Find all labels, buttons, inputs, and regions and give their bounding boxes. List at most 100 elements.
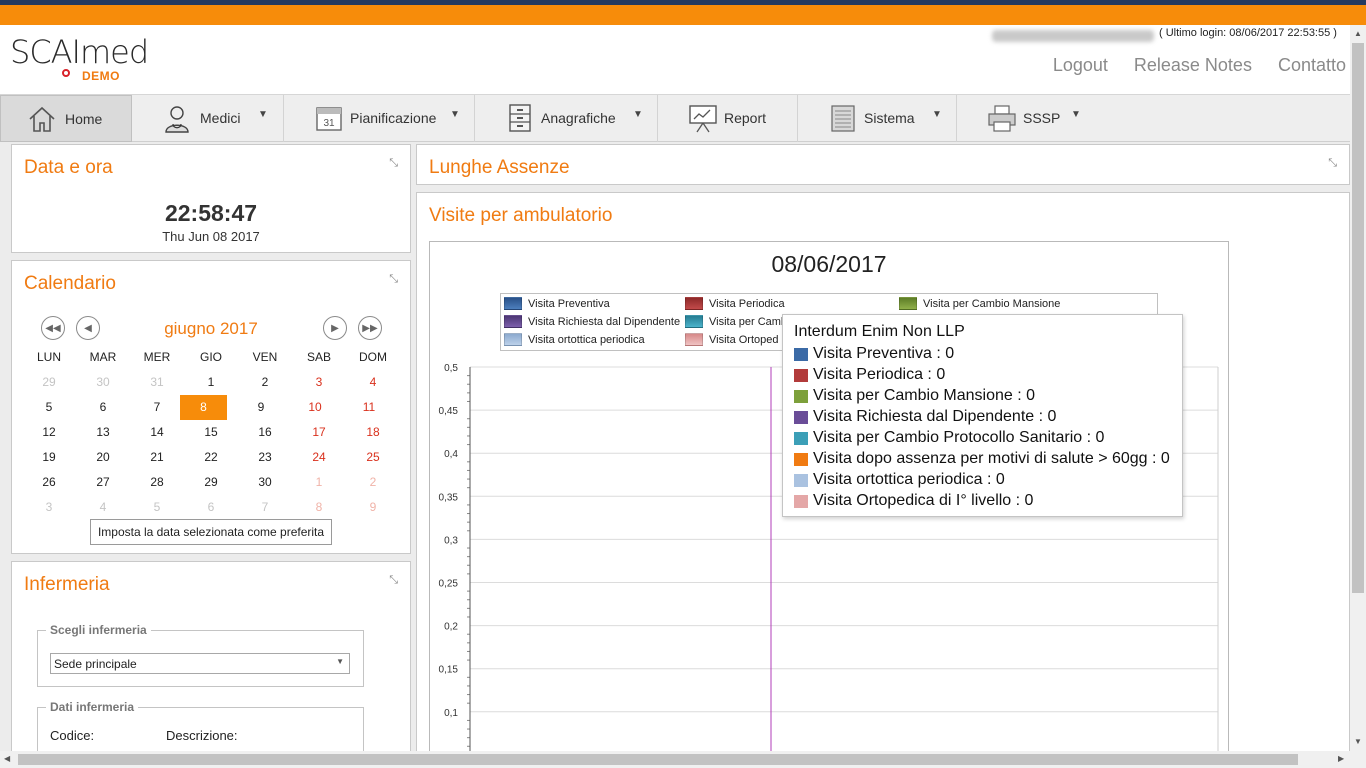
infermeria-select[interactable]: Sede principale ▼ xyxy=(50,653,350,674)
calendar-day[interactable]: 5 xyxy=(22,395,76,420)
lunghe-assenze-panel: Lunghe Assenze ⤡ xyxy=(416,144,1350,185)
calendar-day[interactable]: 9 xyxy=(234,395,288,420)
tooltip-swatch xyxy=(794,368,808,382)
collapse-icon[interactable]: ⤡ xyxy=(1328,157,1337,170)
calendar-day[interactable]: 7 xyxy=(130,395,184,420)
calendar-day[interactable]: 4 xyxy=(346,370,400,395)
calendar-day[interactable]: 10 xyxy=(288,395,342,420)
legend-item: Visita Ortoped xyxy=(685,333,779,346)
next-month-icon[interactable]: ▶ xyxy=(323,316,347,340)
calendar-day[interactable]: 12 xyxy=(22,420,76,445)
calendar-day[interactable]: 1 xyxy=(184,370,238,395)
logout-link[interactable]: Logout xyxy=(1053,55,1108,76)
scroll-up-icon[interactable]: ▲ xyxy=(1354,29,1362,38)
calendar-day[interactable]: 1 xyxy=(292,470,346,495)
vertical-scroll-thumb[interactable] xyxy=(1352,43,1364,593)
clock-panel: Data e ora ⤡ 22:58:47 Thu Jun 08 2017 xyxy=(11,144,411,253)
nav-sssp[interactable]: SSSP ▼ xyxy=(957,95,1097,142)
calendar-day[interactable]: 20 xyxy=(76,445,130,470)
calendar-day[interactable]: 29 xyxy=(22,370,76,395)
server-icon xyxy=(831,105,855,132)
calendar-day[interactable]: 17 xyxy=(292,420,346,445)
calendar-week: 29 30 31 1 2 3 4 xyxy=(22,370,400,395)
logo-text: SCAImed xyxy=(10,33,149,71)
calendar-day-selected[interactable]: 8 xyxy=(180,395,227,420)
descrizione-label: Descrizione: xyxy=(166,728,238,743)
calendar-icon: 31 xyxy=(316,107,342,131)
tooltip-row: Visita Ortopedica di I° livello : 0 xyxy=(794,492,1033,510)
chevron-down-icon: ▼ xyxy=(1071,109,1081,120)
calendar-day[interactable]: 13 xyxy=(76,420,130,445)
nav-home[interactable]: Home xyxy=(0,95,132,142)
calendar-week: 26 27 28 29 30 1 2 xyxy=(22,470,400,495)
calendar-day[interactable]: 11 xyxy=(342,395,396,420)
calendar-day[interactable]: 23 xyxy=(238,445,292,470)
calendar-day[interactable]: 14 xyxy=(130,420,184,445)
calendar-day[interactable]: 2 xyxy=(238,370,292,395)
codice-label: Codice: xyxy=(50,728,95,743)
next-year-icon[interactable]: ▶▶ xyxy=(358,316,382,340)
calendar-day[interactable]: 16 xyxy=(238,420,292,445)
weekday-label: MER xyxy=(143,350,171,364)
calendar-day[interactable]: 7 xyxy=(238,495,292,520)
calendar-day[interactable]: 21 xyxy=(130,445,184,470)
scroll-right-icon[interactable]: ▶ xyxy=(1338,754,1344,763)
tooltip-swatch xyxy=(794,389,808,403)
cabinet-icon xyxy=(509,104,531,132)
calendar-day[interactable]: 9 xyxy=(346,495,400,520)
calendar-day[interactable]: 30 xyxy=(76,370,130,395)
calendar-grid: LUN MAR MER GIO VEN SAB DOM 29 30 31 1 2… xyxy=(22,345,400,520)
nav-sistema[interactable]: Sistema ▼ xyxy=(798,95,957,142)
calendar-day[interactable]: 30 xyxy=(238,470,292,495)
calendar-day[interactable]: 26 xyxy=(22,470,76,495)
nav-medici[interactable]: Medici ▼ xyxy=(132,95,284,142)
legend-item: Visita per Cambio Mansione xyxy=(899,297,1060,310)
calendar-day[interactable]: 3 xyxy=(292,370,346,395)
scroll-down-icon[interactable]: ▼ xyxy=(1354,737,1362,746)
calendar-day[interactable]: 24 xyxy=(292,445,346,470)
horizontal-scrollbar[interactable]: ◀ ▶ xyxy=(0,751,1366,768)
horizontal-scroll-thumb[interactable] xyxy=(18,754,1298,765)
nav-pianificazione[interactable]: 31 Pianificazione ▼ xyxy=(284,95,475,142)
release-notes-link[interactable]: Release Notes xyxy=(1134,55,1252,76)
legend-swatch xyxy=(504,333,522,346)
calendar-week: 5 6 7 8 9 10 11 xyxy=(22,395,400,420)
calendar-day[interactable]: 18 xyxy=(346,420,400,445)
calendar-day[interactable]: 25 xyxy=(346,445,400,470)
collapse-icon[interactable]: ⤡ xyxy=(389,273,398,286)
weekday-label: MAR xyxy=(89,350,117,364)
app-logo[interactable]: SCAImed DEMO xyxy=(10,33,160,88)
collapse-icon[interactable]: ⤡ xyxy=(389,574,398,587)
calendar-day[interactable]: 4 xyxy=(76,495,130,520)
collapse-icon[interactable]: ⤡ xyxy=(389,157,398,170)
calendar-day[interactable]: 29 xyxy=(184,470,238,495)
vertical-scrollbar[interactable]: ▲ ▼ xyxy=(1350,25,1366,751)
calendar-day[interactable]: 5 xyxy=(130,495,184,520)
contatto-link[interactable]: Contatto xyxy=(1278,55,1346,76)
calendar-day[interactable]: 31 xyxy=(130,370,184,395)
nav-report[interactable]: Report xyxy=(658,95,798,142)
calendar-day[interactable]: 22 xyxy=(184,445,238,470)
tooltip-row-label: Visita Richiesta dal Dipendente : 0 xyxy=(813,408,1057,425)
calendar-day[interactable]: 8 xyxy=(292,495,346,520)
calendar-day[interactable]: 2 xyxy=(346,470,400,495)
calendar-day[interactable]: 15 xyxy=(184,420,238,445)
calendar-day[interactable]: 19 xyxy=(22,445,76,470)
chart-title: 08/06/2017 xyxy=(771,251,887,277)
scroll-left-icon[interactable]: ◀ xyxy=(4,754,10,763)
legend-swatch xyxy=(685,333,703,346)
calendar-day[interactable]: 27 xyxy=(76,470,130,495)
nav-anagrafiche[interactable]: Anagrafiche ▼ xyxy=(475,95,658,142)
clock-time: 22:58:47 xyxy=(164,200,258,226)
nav-sistema-label: Sistema xyxy=(864,110,915,126)
calendar-day[interactable]: 6 xyxy=(76,395,130,420)
set-preferred-date-button[interactable]: Imposta la data selezionata come preferi… xyxy=(90,519,332,545)
calendar-day[interactable]: 3 xyxy=(22,495,76,520)
calendar-day[interactable]: 28 xyxy=(130,470,184,495)
tooltip-row-label: Visita Periodica : 0 xyxy=(813,366,946,383)
weekday-label: VEN xyxy=(252,350,278,364)
calendar-day[interactable]: 6 xyxy=(184,495,238,520)
tooltip-row: Visita per Cambio Protocollo Sanitario :… xyxy=(794,429,1104,447)
tooltip-swatch xyxy=(794,431,808,445)
home-icon xyxy=(29,106,55,132)
